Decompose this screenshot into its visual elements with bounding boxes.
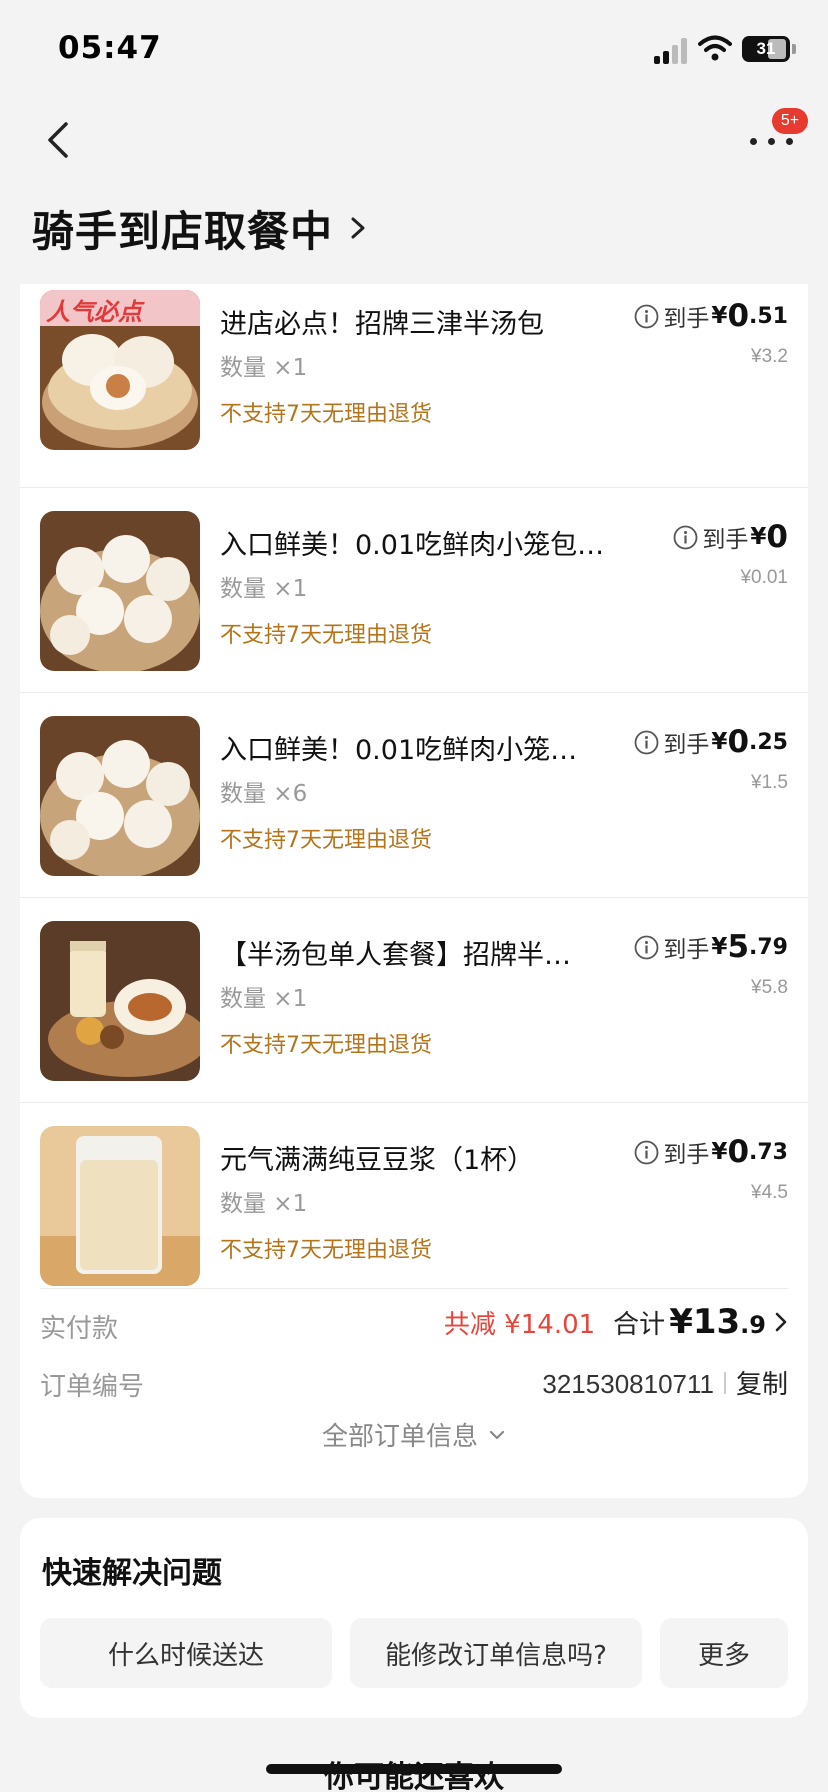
divider [20, 897, 808, 898]
currency-symbol: ¥ [711, 303, 728, 329]
order-number-row: 321530810711 复制 [542, 1364, 788, 1401]
total-decimal: .9 [740, 1311, 766, 1339]
home-indicator[interactable] [266, 1764, 562, 1774]
item-image: 人气必点 [40, 290, 200, 450]
item-quantity: 数量 ×1 [220, 986, 308, 1012]
currency-symbol: ¥ [750, 524, 767, 550]
info-icon[interactable] [634, 304, 659, 329]
order-item[interactable]: 元气满满纯豆豆浆（1杯） 数量 ×1 不支持7天无理由退货 到手 ¥ 0 .73… [20, 1104, 808, 1308]
all-order-info-label: 全部订单信息 [321, 1422, 478, 1452]
all-order-info-toggle[interactable]: 全部订单信息 [20, 1416, 808, 1453]
quick-resolve-card: 快速解决问题 什么时候送达 能修改订单信息吗? 更多 [20, 1518, 808, 1718]
item-image [40, 1126, 200, 1286]
price-decimal: .25 [749, 729, 788, 755]
separator [723, 1371, 726, 1394]
summary-divider [40, 1288, 788, 1289]
item-image [40, 511, 200, 671]
quick-question-button[interactable]: 什么时候送达 [40, 1618, 332, 1688]
currency-symbol: ¥ [711, 729, 728, 755]
divider [20, 1102, 808, 1103]
price-label: 到手 [702, 527, 749, 553]
notification-badge: 5+ [772, 108, 808, 134]
order-items-card: 人气必点 进店必点！招牌三津半汤包 数量 ×1 不支持7天无理由退货 到手 ¥ … [20, 284, 808, 1498]
price-label: 到手 [663, 1142, 710, 1168]
return-policy-note: 不支持7天无理由退货 [220, 1238, 432, 1263]
quick-more-button[interactable]: 更多 [660, 1618, 788, 1688]
item-name: 入口鲜美！0.01吃鲜肉小笼包（… [220, 530, 610, 561]
price-label: 到手 [663, 306, 710, 332]
item-quantity: 数量 ×1 [220, 355, 308, 381]
quick-resolve-title: 快速解决问题 [42, 1556, 222, 1591]
quick-question-button[interactable]: 能修改订单信息吗? [350, 1618, 642, 1688]
original-price: ¥1.5 [751, 772, 788, 793]
price-decimal: .51 [749, 303, 788, 329]
price-decimal: .79 [749, 934, 788, 960]
original-price: ¥5.8 [751, 977, 788, 998]
order-item[interactable]: 入口鲜美！0.01吃鲜肉小笼包（… 数量 ×1 不支持7天无理由退货 到手 ¥ … [20, 489, 808, 693]
divider [20, 692, 808, 693]
battery-cap [792, 44, 796, 54]
return-policy-note: 不支持7天无理由退货 [220, 402, 432, 427]
price-integer: 0 [727, 1134, 750, 1170]
return-policy-note: 不支持7天无理由退货 [220, 1033, 432, 1058]
order-item[interactable]: 人气必点 进店必点！招牌三津半汤包 数量 ×1 不支持7天无理由退货 到手 ¥ … [20, 284, 808, 488]
final-price: 到手 ¥ 0 .51 [634, 298, 788, 334]
battery-level-text: 31 [756, 39, 776, 58]
currency-symbol: ¥ [711, 1139, 728, 1165]
order-number-label: 订单编号 [40, 1372, 145, 1402]
copy-button[interactable]: 复制 [736, 1364, 788, 1401]
chevron-right-icon [351, 217, 365, 239]
chevron-left-icon[interactable] [36, 112, 84, 168]
return-policy-note: 不支持7天无理由退货 [220, 828, 432, 853]
final-price: 到手 ¥ 5 .79 [634, 929, 788, 965]
item-name: 入口鲜美！0.01吃鲜肉小笼包… [220, 735, 590, 766]
item-quantity: 数量 ×1 [220, 576, 308, 602]
wifi-icon [698, 35, 732, 61]
chevron-right-icon [775, 1312, 787, 1332]
status-time: 05:47 [58, 30, 162, 66]
item-name: 【半汤包单人套餐】招牌半汤… [220, 940, 590, 971]
item-image-tag: 人气必点 [46, 298, 142, 326]
price-integer: 5 [727, 929, 750, 965]
item-quantity: 数量 ×6 [220, 781, 308, 807]
original-price: ¥3.2 [751, 346, 788, 367]
original-price: ¥0.01 [740, 567, 788, 588]
final-price: 到手 ¥ 0 [673, 519, 788, 555]
item-name: 进店必点！招牌三津半汤包 [220, 309, 544, 340]
price-integer: 0 [727, 724, 750, 760]
return-policy-note: 不支持7天无理由退货 [220, 623, 432, 648]
status-bar: 05:47 31 [0, 0, 828, 100]
price-label: 到手 [663, 937, 710, 963]
divider [20, 487, 808, 488]
final-price: 到手 ¥ 0 .73 [634, 1134, 788, 1170]
chevron-down-icon [489, 1430, 505, 1439]
final-price: 到手 ¥ 0 .25 [634, 724, 788, 760]
order-item[interactable]: 【半汤包单人套餐】招牌半汤… 数量 ×1 不支持7天无理由退货 到手 ¥ 5 .… [20, 899, 808, 1103]
price-decimal: .73 [749, 1139, 788, 1165]
info-icon[interactable] [673, 525, 698, 550]
total-label: 合计 [613, 1310, 666, 1340]
info-icon[interactable] [634, 935, 659, 960]
item-quantity: 数量 ×1 [220, 1191, 308, 1217]
price-integer: 0 [766, 519, 788, 555]
order-number: 321530810711 [542, 1369, 714, 1399]
paid-amount-label: 实付款 [40, 1314, 119, 1344]
item-image [40, 716, 200, 876]
price-label: 到手 [663, 732, 710, 758]
currency-symbol: ¥ [711, 934, 728, 960]
page-title: 骑手到店取餐中 [32, 206, 334, 256]
order-status-title-row[interactable]: 骑手到店取餐中 [32, 200, 369, 256]
item-image [40, 921, 200, 1081]
total-integer: ¥13 [669, 1302, 741, 1342]
cellular-signal-icon [654, 38, 688, 64]
item-name: 元气满满纯豆豆浆（1杯） [220, 1145, 535, 1176]
total-discount: 共减 ¥14.01 [443, 1310, 596, 1340]
order-item[interactable]: 入口鲜美！0.01吃鲜肉小笼包… 数量 ×6 不支持7天无理由退货 到手 ¥ 0… [20, 694, 808, 898]
battery-icon: 31 [742, 36, 790, 62]
info-icon[interactable] [634, 730, 659, 755]
info-icon[interactable] [634, 1140, 659, 1165]
paid-amount-row[interactable]: 共减 ¥14.01 合计 ¥13 .9 [444, 1302, 788, 1342]
price-integer: 0 [727, 298, 750, 334]
original-price: ¥4.5 [751, 1182, 788, 1203]
